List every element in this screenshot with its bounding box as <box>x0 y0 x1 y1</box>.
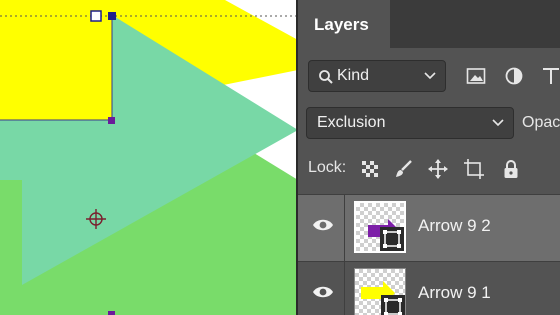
document-canvas[interactable] <box>0 0 298 315</box>
visibility-eye-icon[interactable] <box>312 284 334 300</box>
layer-row-arrow-9-1[interactable]: Arrow 9 1 <box>298 261 560 315</box>
opacity-label: Opac <box>522 114 560 131</box>
layer-name[interactable]: Arrow 9 1 <box>418 283 491 303</box>
layer-row-arrow-9-2[interactable]: Arrow 9 2 <box>298 194 560 261</box>
lock-position-move-icon[interactable] <box>428 159 448 179</box>
lock-all-padlock-icon[interactable] <box>501 159 521 179</box>
layer-thumbnail[interactable] <box>354 201 406 253</box>
blend-mode-value: Exclusion <box>317 114 386 131</box>
filter-kind-dropdown[interactable]: Kind <box>308 60 446 92</box>
filter-row: Kind <box>298 60 560 94</box>
filter-kind-label: Kind <box>337 67 370 84</box>
chevron-down-icon <box>424 72 436 80</box>
lock-artboard-icon[interactable] <box>464 159 484 179</box>
lock-label: Lock: <box>308 159 347 176</box>
anchor-handle-top[interactable] <box>108 12 116 20</box>
panel-tab-bar: Layers <box>298 0 560 48</box>
pixel-layer-filter-icon[interactable] <box>466 67 486 85</box>
lock-transparent-pixels-icon[interactable] <box>360 159 380 179</box>
blend-mode-row: Exclusion Opac <box>298 107 560 141</box>
search-icon <box>319 70 333 84</box>
tab-layers[interactable]: Layers <box>298 0 390 48</box>
row-separator <box>344 195 345 261</box>
lock-row: Lock: <box>298 152 560 188</box>
layers-panel: Layers Kind Exclusion Opac Lock: Arrow 9… <box>298 0 560 315</box>
blend-mode-dropdown[interactable]: Exclusion <box>306 107 514 139</box>
layer-thumbnail[interactable] <box>354 268 406 315</box>
row-separator <box>344 262 345 315</box>
canvas-artwork <box>0 0 298 315</box>
type-layer-filter-icon[interactable] <box>542 67 560 85</box>
layer-name[interactable]: Arrow 9 2 <box>418 216 491 236</box>
shape-layer-badge-icon <box>380 227 404 251</box>
anchor-handle-bottom[interactable] <box>108 311 115 315</box>
chevron-down-icon <box>492 119 504 127</box>
lock-image-pixels-brush-icon[interactable] <box>394 159 414 179</box>
adjustment-layer-filter-icon[interactable] <box>504 66 524 86</box>
visibility-eye-icon[interactable] <box>312 217 334 233</box>
anchor-handle-corner[interactable] <box>108 117 115 124</box>
anchor-handle-hollow[interactable] <box>90 10 102 22</box>
shape-layer-badge-icon <box>381 295 405 315</box>
